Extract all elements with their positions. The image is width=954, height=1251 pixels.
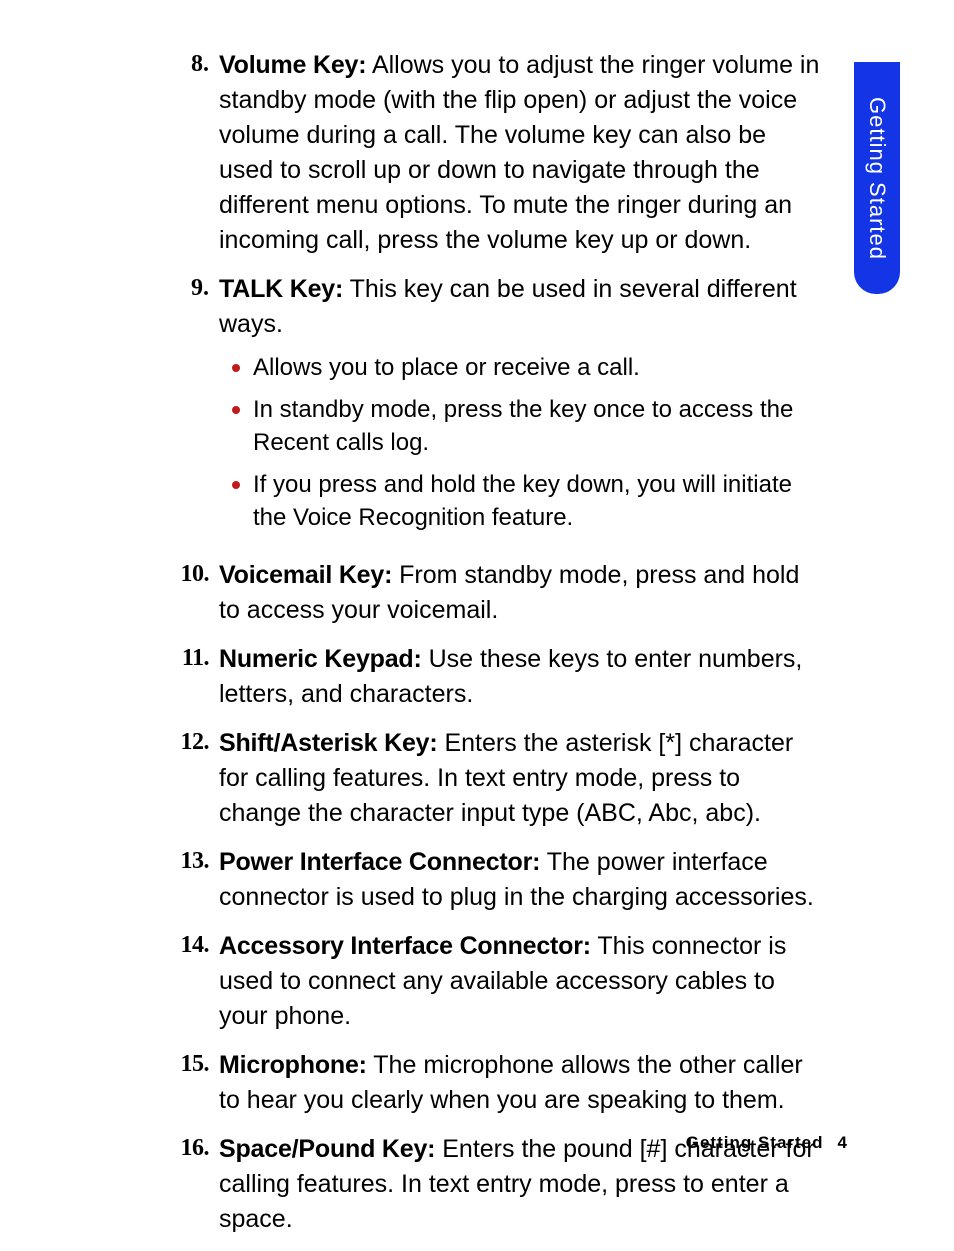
list-item: 10. Voicemail Key: From standby mode, pr… bbox=[165, 558, 825, 628]
item-term: Shift/Asterisk Key: bbox=[219, 729, 438, 757]
item-body: Power Interface Connector: The power int… bbox=[213, 845, 825, 915]
item-term: Volume Key: bbox=[219, 51, 366, 79]
footer-page-number: 4 bbox=[838, 1133, 848, 1152]
list-item: 13. Power Interface Connector: The power… bbox=[165, 845, 825, 915]
section-tab-label: Getting Started bbox=[864, 97, 890, 260]
item-term: Space/Pound Key: bbox=[219, 1135, 435, 1163]
sub-item: • In standby mode, press the key once to… bbox=[219, 394, 825, 459]
item-body: Volume Key: Allows you to adjust the rin… bbox=[213, 48, 825, 258]
list-item: 8. Volume Key: Allows you to adjust the … bbox=[165, 48, 825, 258]
item-number: 14. bbox=[165, 929, 213, 963]
sub-text: If you press and hold the key down, you … bbox=[253, 469, 825, 534]
sub-item: • If you press and hold the key down, yo… bbox=[219, 469, 825, 534]
bullet-icon: • bbox=[219, 394, 253, 424]
item-number: 15. bbox=[165, 1048, 213, 1082]
main-content: 8. Volume Key: Allows you to adjust the … bbox=[165, 48, 825, 1251]
list-item: 9. TALK Key: This key can be used in sev… bbox=[165, 272, 825, 544]
item-desc: Allows you to adjust the ringer volume i… bbox=[219, 51, 819, 254]
item-number: 16. bbox=[165, 1132, 213, 1166]
item-term: Power Interface Connector: bbox=[219, 848, 540, 876]
sub-text: In standby mode, press the key once to a… bbox=[253, 394, 825, 459]
bullet-icon: • bbox=[219, 352, 253, 382]
item-number: 9. bbox=[165, 272, 213, 306]
list-item: 15. Microphone: The microphone allows th… bbox=[165, 1048, 825, 1118]
page-footer: Getting Started 4 bbox=[686, 1133, 848, 1153]
bullet-icon: • bbox=[219, 469, 253, 499]
list-item: 12. Shift/Asterisk Key: Enters the aster… bbox=[165, 726, 825, 831]
item-number: 10. bbox=[165, 558, 213, 592]
sub-text: Allows you to place or receive a call. bbox=[253, 352, 825, 384]
item-term: Microphone: bbox=[219, 1051, 367, 1079]
item-term: Numeric Keypad: bbox=[219, 645, 422, 673]
footer-section: Getting Started bbox=[686, 1133, 824, 1152]
sub-list: • Allows you to place or receive a call.… bbox=[219, 352, 825, 534]
item-number: 13. bbox=[165, 845, 213, 879]
item-number: 11. bbox=[165, 642, 213, 676]
item-body: Shift/Asterisk Key: Enters the asterisk … bbox=[213, 726, 825, 831]
item-body: Numeric Keypad: Use these keys to enter … bbox=[213, 642, 825, 712]
item-body: Voicemail Key: From standby mode, press … bbox=[213, 558, 825, 628]
item-body: Accessory Interface Connector: This conn… bbox=[213, 929, 825, 1034]
item-term: Voicemail Key: bbox=[219, 561, 392, 589]
item-body: TALK Key: This key can be used in severa… bbox=[213, 272, 825, 544]
sub-item: • Allows you to place or receive a call. bbox=[219, 352, 825, 384]
item-term: Accessory Interface Connector: bbox=[219, 932, 591, 960]
list-item: 14. Accessory Interface Connector: This … bbox=[165, 929, 825, 1034]
item-number: 12. bbox=[165, 726, 213, 760]
section-tab: Getting Started bbox=[854, 62, 900, 294]
item-term: TALK Key: bbox=[219, 275, 343, 303]
list-item: 11. Numeric Keypad: Use these keys to en… bbox=[165, 642, 825, 712]
item-body: Microphone: The microphone allows the ot… bbox=[213, 1048, 825, 1118]
item-number: 8. bbox=[165, 48, 213, 82]
